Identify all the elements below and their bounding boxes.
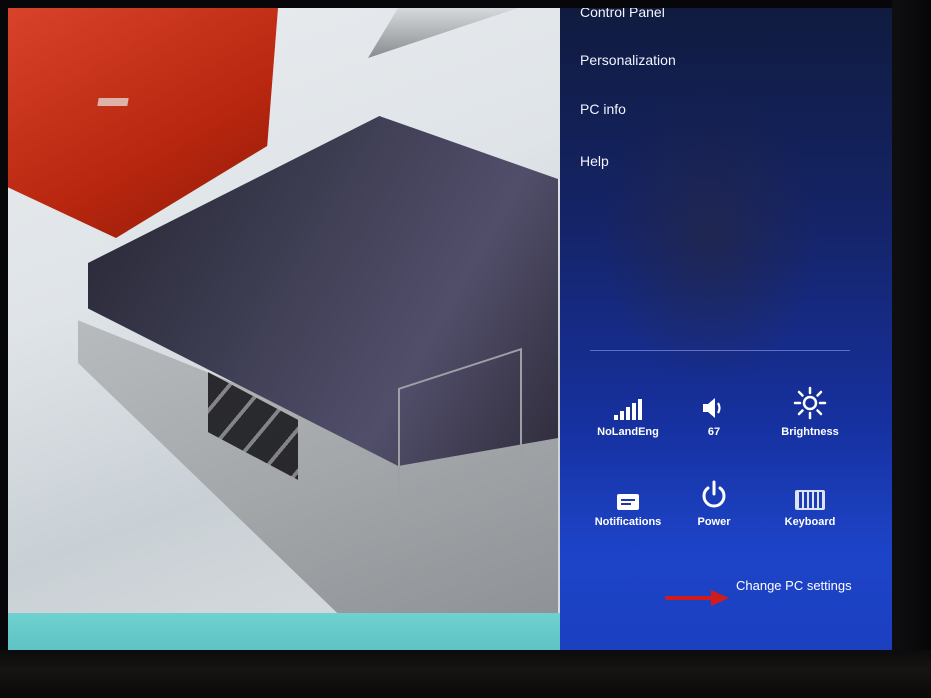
pane-divider — [590, 350, 850, 351]
screen-reflection — [600, 88, 820, 388]
network-tile[interactable]: NoLandEng — [588, 386, 668, 438]
pc-info-link[interactable]: PC info — [580, 101, 626, 117]
network-label: NoLandEng — [597, 426, 659, 438]
silver-laptop-edge — [368, 8, 518, 58]
control-panel-link[interactable]: Control Panel — [580, 8, 665, 20]
brightness-tile[interactable]: Brightness — [770, 386, 850, 438]
personalization-link[interactable]: Personalization — [580, 52, 676, 68]
volume-tile[interactable]: 67 — [674, 386, 754, 438]
power-label: Power — [697, 516, 731, 528]
keyboard-icon — [770, 476, 850, 510]
settings-charm-pane: Control Panel Personalization PC info He… — [560, 8, 892, 650]
wifi-signal-icon — [588, 386, 668, 420]
laptop-logo — [97, 98, 129, 106]
change-pc-settings-link[interactable]: Change PC settings — [736, 578, 852, 593]
desktop-bottom-strip — [8, 613, 560, 650]
notifications-tile[interactable]: Notifications — [588, 476, 668, 528]
red-arrow-icon — [665, 590, 729, 606]
help-link[interactable]: Help — [580, 153, 609, 169]
keyboard-label: Keyboard — [784, 516, 836, 528]
brightness-icon — [770, 386, 850, 420]
monitor-bezel-bottom — [0, 650, 931, 698]
volume-label: 67 — [707, 426, 721, 438]
brightness-label: Brightness — [781, 426, 839, 438]
notifications-icon — [588, 476, 668, 510]
desktop-wallpaper — [8, 8, 560, 613]
power-icon — [674, 476, 754, 510]
volume-icon — [674, 386, 754, 420]
monitor-bezel-right — [892, 0, 931, 650]
notifications-label: Notifications — [594, 516, 662, 528]
keyboard-tile[interactable]: Keyboard — [770, 476, 850, 528]
power-tile[interactable]: Power — [674, 476, 754, 528]
